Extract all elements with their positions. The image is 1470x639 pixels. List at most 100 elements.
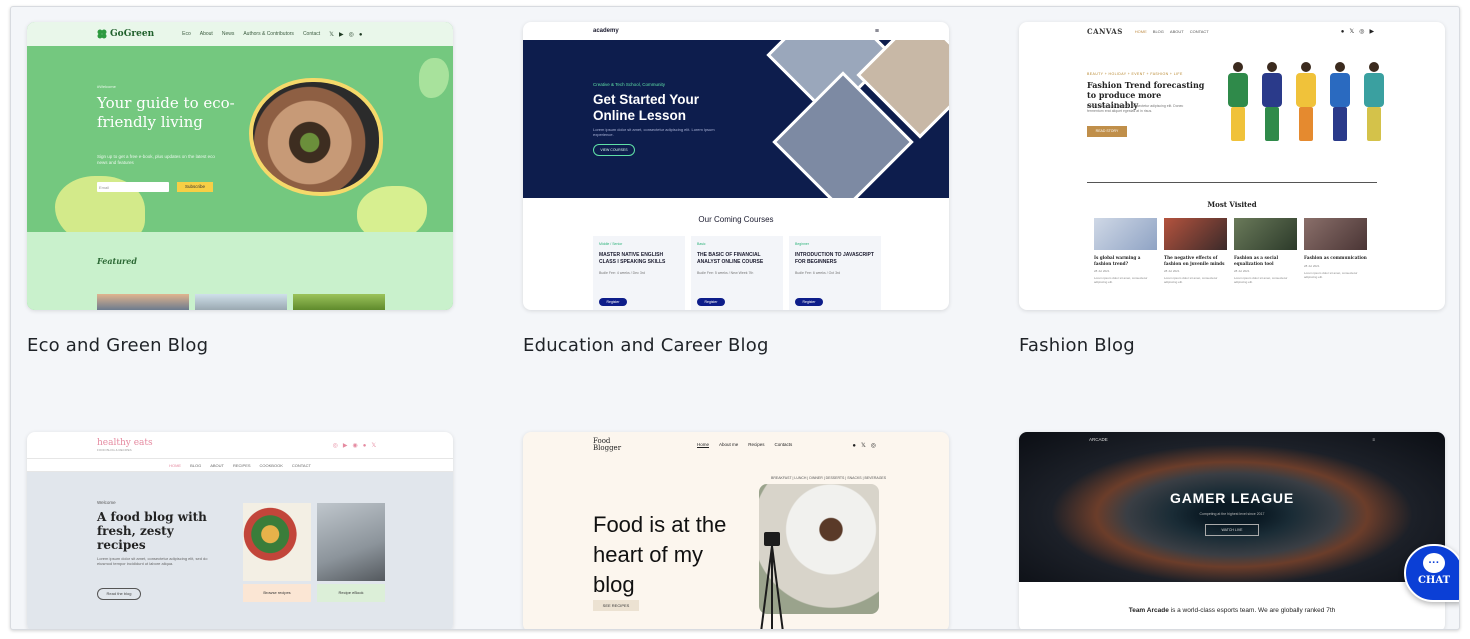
person-figure [1259, 62, 1285, 144]
eco-tag: #Welcome [97, 84, 116, 89]
register-button[interactable]: Register [599, 298, 627, 306]
fashion-nav-item[interactable]: BLOG [1153, 29, 1164, 34]
hamburger-icon[interactable]: ≡ [1372, 437, 1375, 442]
eco-subscribe-button[interactable]: Subscribe [177, 182, 213, 192]
food-nav-item[interactable]: Recipes [748, 442, 764, 448]
facebook-icon[interactable]: ● [1341, 29, 1345, 35]
read-story-button[interactable]: READ STORY [1087, 126, 1127, 137]
food-nav-item[interactable]: About me [719, 442, 738, 448]
recipe-ebook-button[interactable]: Recipe eBook [317, 584, 385, 602]
post-title: Fashion as a social equalization tool [1234, 255, 1279, 266]
healthy-menu-item[interactable]: BLOG [190, 463, 201, 468]
course-title: INTRODUCTION TO JAVASCRIPT FOR BEGINNERS [795, 252, 874, 265]
eco-email-field[interactable]: Email [97, 182, 169, 192]
course-meta: Budle Fee: 5 weeks / New Week 7th [697, 271, 754, 275]
hamburger-icon[interactable]: ≡ [875, 28, 879, 35]
read-blog-button[interactable]: Read the blog [97, 588, 141, 600]
eco-nav-item[interactable]: About [200, 31, 213, 37]
facebook-icon[interactable]: ● [852, 443, 856, 449]
healthy-logo-tagline: FOOD BLOG & RECIPES [97, 448, 132, 452]
course-level: Middle / Senior [599, 242, 623, 246]
person-figure [1225, 62, 1251, 144]
chat-button[interactable]: ··· CHAT [1404, 544, 1459, 602]
card-title[interactable]: Education and Career Blog [523, 335, 769, 356]
card-food-blogger[interactable]: Food Blogger Home About me Recipes Conta… [523, 432, 949, 629]
card-eco-green-blog[interactable]: GoGreen Eco About News Authors & Contributo… [27, 22, 453, 310]
eco-nav-links: Eco About News Authors & Contributors Contac… [182, 31, 329, 37]
course-card[interactable]: Basic THE BASIC OF FINANCIAL ANALYST ONL… [691, 236, 783, 310]
register-button[interactable]: Register [795, 298, 823, 306]
featured-thumb-image [97, 294, 189, 310]
x-icon[interactable]: 𝕏 [371, 443, 376, 449]
youtube-icon[interactable]: ▶ [339, 32, 344, 38]
food-nav-item[interactable]: Contacts [775, 442, 793, 448]
course-level: Basic [697, 242, 706, 246]
post-card[interactable]: Fashion as a social equalization tool 28… [1234, 218, 1297, 284]
healthy-menu-item[interactable]: ABOUT [210, 463, 224, 468]
post-card[interactable]: The negative effects of fashion on juven… [1164, 218, 1227, 284]
eco-nav-item[interactable]: Contact [303, 31, 320, 37]
card-education-career-blog[interactable]: academy ≡ Creative & Tech School, Commun… [523, 22, 949, 310]
food-nav-item[interactable]: Home [697, 442, 710, 448]
healthy-menu-item[interactable]: COOKBOOK [260, 463, 283, 468]
register-button[interactable]: Register [697, 298, 725, 306]
healthy-header: healthy eats FOOD BLOG & RECIPES ◎ ▶ ◉ ● 𝕏 [27, 432, 453, 458]
post-title: The negative effects of fashion on juven… [1164, 255, 1225, 266]
pinterest-icon[interactable]: ◉ [353, 443, 358, 449]
camera-tripod-icon [760, 532, 784, 629]
post-image [1234, 218, 1297, 250]
featured-thumb-image [195, 294, 287, 310]
chat-bubble-icon: ··· [1423, 553, 1445, 573]
youtube-icon[interactable]: ▶ [1369, 29, 1374, 35]
food-nav: Food Blogger Home About me Recipes Conta… [523, 432, 949, 458]
instagram-icon[interactable]: ◎ [1359, 29, 1364, 35]
fashion-illustration [1225, 62, 1387, 144]
fashion-nav-item[interactable]: CONTACT [1190, 29, 1209, 34]
course-meta: Budle Fee: 6 weeks / Oct 3rd [795, 271, 841, 275]
browse-recipes-button[interactable]: Browse recipes [243, 584, 311, 602]
fashion-nav-item[interactable]: HOME [1135, 29, 1147, 34]
x-icon[interactable]: 𝕏 [1349, 29, 1354, 35]
instagram-icon[interactable]: ◎ [333, 443, 338, 449]
fashion-nav-item[interactable]: ABOUT [1170, 29, 1184, 34]
youtube-icon[interactable]: ▶ [343, 443, 348, 449]
post-card[interactable]: Fashion as communication 28 Jul 2021 Lor… [1304, 218, 1367, 284]
course-card[interactable]: Beginner INTRODUCTION TO JAVASCRIPT FOR … [789, 236, 881, 310]
card-gamer-league[interactable]: ARCADE ≡ GAMER LEAGUE Competing at the h… [1019, 432, 1445, 629]
phone-recipe-image [317, 503, 385, 581]
healthy-menu-item[interactable]: CONTACT [292, 463, 311, 468]
x-icon[interactable]: 𝕏 [861, 443, 866, 449]
eco-nav-item[interactable]: Authors & Contributors [243, 31, 294, 37]
x-icon[interactable]: 𝕏 [329, 32, 334, 38]
eco-nav-item[interactable]: News [222, 31, 235, 37]
eco-nav-item[interactable]: Eco [182, 31, 191, 37]
view-courses-button[interactable]: VIEW COURSES [593, 144, 635, 156]
instagram-icon[interactable]: ◎ [349, 32, 354, 38]
course-title: THE BASIC OF FINANCIAL ANALYST ONLINE CO… [697, 252, 764, 265]
chat-label: CHAT [1417, 575, 1451, 586]
instagram-icon[interactable]: ◎ [871, 443, 876, 449]
healthy-menu-item[interactable]: HOME [169, 463, 181, 468]
watch-live-button[interactable]: WATCH LIVE [1205, 524, 1259, 536]
salad-bowls-image [243, 503, 311, 581]
featured-thumb-image [293, 294, 385, 310]
card-title[interactable]: Fashion Blog [1019, 335, 1135, 356]
food-nav-links: Home About me Recipes Contacts [697, 442, 792, 448]
fashion-logo: CANVAS [1087, 26, 1123, 36]
course-card[interactable]: Middle / Senior MASTER NATIVE ENGLISH CL… [593, 236, 685, 310]
card-title[interactable]: Eco and Green Blog [27, 335, 208, 356]
healthy-logo: healthy eats FOOD BLOG & RECIPES [97, 438, 153, 452]
post-image [1094, 218, 1157, 250]
facebook-icon[interactable]: ● [359, 32, 363, 38]
see-recipes-button[interactable]: SEE RECIPES [593, 600, 639, 611]
card-healthy-eats[interactable]: healthy eats FOOD BLOG & RECIPES ◎ ▶ ◉ ● 𝕏 H… [27, 432, 453, 629]
card-fashion-blog[interactable]: CANVAS HOME BLOG ABOUT CONTACT ● 𝕏 ◎ ▶ BEAUTY … [1019, 22, 1445, 310]
eco-social-icons: 𝕏 ▶ ◎ ● [329, 31, 367, 38]
post-card[interactable]: Is global warming a fashion trend? 28 Ju… [1094, 218, 1157, 284]
facebook-icon[interactable]: ● [363, 443, 367, 449]
arcade-subtext: Competing at the highest level since 201… [1199, 512, 1265, 516]
eco-headline: Your guide to eco-friendly living [97, 94, 235, 131]
post-date: 28 Jul 2021 [1164, 269, 1180, 273]
healthy-menu-item[interactable]: RECIPES [233, 463, 251, 468]
arcade-description: Team Arcade is a world-class esports tea… [1019, 607, 1445, 614]
